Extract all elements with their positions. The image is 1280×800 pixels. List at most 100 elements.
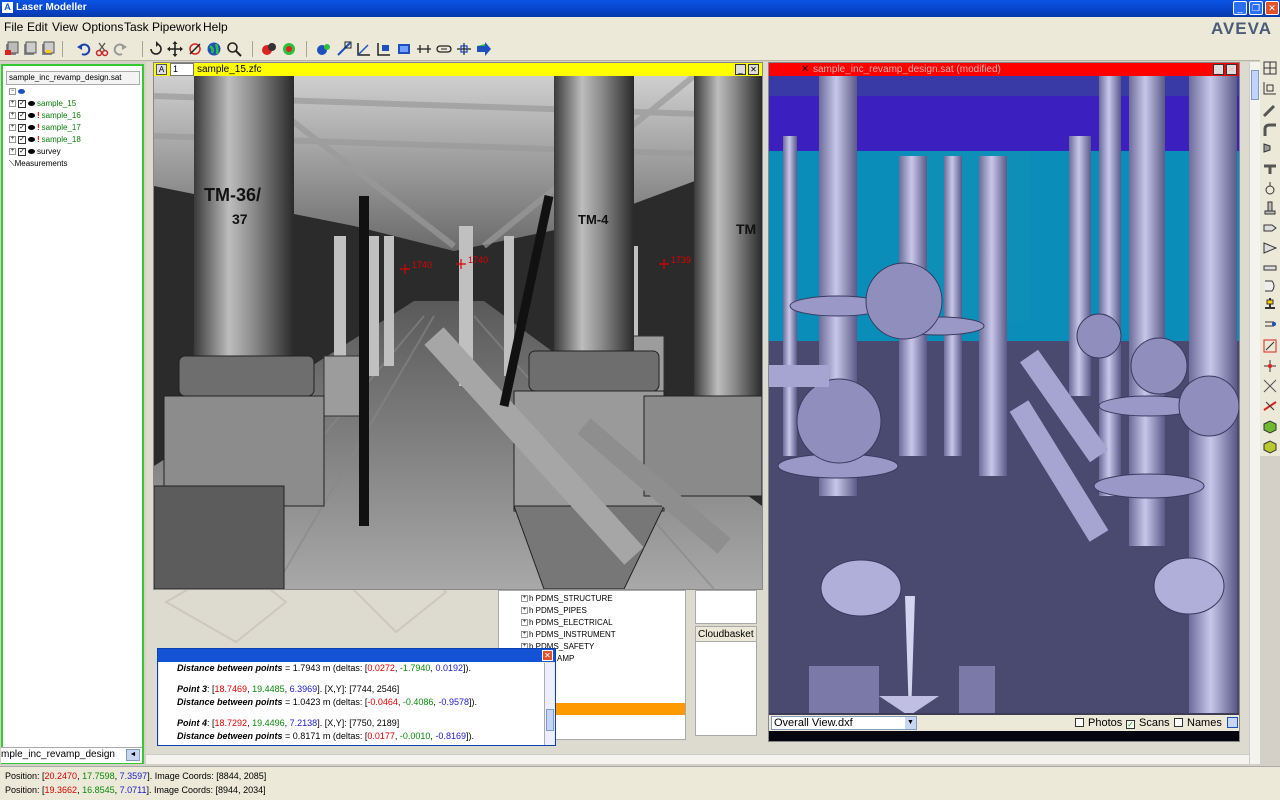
grid-tool-icon[interactable] — [1262, 80, 1278, 96]
tree-item-measurements[interactable]: ⟍Measurements — [9, 158, 68, 170]
expand-icon[interactable]: + — [9, 124, 16, 132]
horizontal-scrollbar[interactable] — [146, 754, 1249, 764]
redo-icon[interactable] — [112, 41, 128, 57]
collapse-icon[interactable]: − — [9, 88, 16, 96]
tree-item-sample-18[interactable]: + ✓! sample_18 — [9, 134, 81, 146]
scan-view-window[interactable]: A 1 sample_15.zfc _ ✕ TM-36/ 37 TM-4 TM … — [153, 62, 763, 590]
photos-checkbox[interactable] — [1075, 718, 1084, 727]
tee-tool-icon[interactable] — [1262, 160, 1278, 176]
menu-options[interactable]: Options — [82, 20, 123, 34]
reducer-tool-icon[interactable] — [1262, 140, 1278, 156]
visibility-icon[interactable] — [18, 89, 25, 95]
globe-icon[interactable] — [206, 41, 222, 57]
cad-model-render[interactable] — [769, 76, 1239, 713]
section-icon[interactable] — [376, 41, 392, 57]
menu-file[interactable]: File — [4, 20, 23, 34]
scroll-left-icon[interactable]: ◄ — [126, 749, 140, 761]
view-file-select[interactable]: Overall View.dxf ▼ — [771, 716, 917, 730]
tree-item-sample-16[interactable]: + ✓! sample_16 — [9, 110, 81, 122]
fly-icon[interactable] — [187, 41, 203, 57]
pdms-item[interactable]: + h PDMS_ELECTRICAL — [521, 617, 613, 629]
expand-icon[interactable]: + — [521, 631, 528, 639]
vertical-scrollbar[interactable] — [1249, 62, 1260, 764]
names-toggle[interactable]: Names — [1174, 717, 1222, 729]
valve-tool-icon[interactable] — [1262, 180, 1278, 196]
zoom-icon[interactable] — [226, 41, 242, 57]
pdms-item[interactable]: + h PDMS_PIPES — [521, 605, 587, 617]
nozzle-tool-icon[interactable] — [1262, 240, 1278, 256]
visibility-checkbox[interactable]: ✓ — [18, 99, 26, 108]
scans-toggle[interactable]: ✓ Scans — [1126, 717, 1170, 729]
measurement-scrollbar[interactable] — [544, 663, 554, 745]
view-menu-icon[interactable]: A — [156, 64, 167, 75]
close-view-button[interactable]: ✕ — [1226, 64, 1237, 75]
menu-help[interactable]: Help — [203, 20, 228, 34]
measurement-log[interactable]: Distance between points = 1.7943 m (delt… — [159, 662, 544, 745]
menu-view[interactable]: View — [52, 20, 78, 34]
box-yellow-icon[interactable] — [1262, 438, 1278, 454]
axis-tool-icon[interactable] — [1262, 378, 1278, 394]
expand-icon[interactable]: + — [9, 148, 16, 156]
visibility-checkbox[interactable]: ✓ — [18, 111, 26, 120]
expand-icon[interactable]: + — [521, 607, 528, 615]
dimension-icon[interactable] — [416, 41, 432, 57]
cut-icon[interactable] — [94, 41, 110, 57]
measure-icon[interactable] — [336, 41, 352, 57]
flange-tool-icon[interactable] — [1262, 200, 1278, 216]
cloud-select-icon[interactable] — [281, 41, 297, 57]
minimize-view-button[interactable]: _ — [1213, 64, 1224, 75]
scrollbar-thumb[interactable] — [1251, 70, 1259, 100]
pdms-item[interactable]: AMP — [557, 653, 574, 665]
expand-icon[interactable]: + — [9, 136, 16, 144]
visibility-checkbox[interactable]: ✓ — [18, 135, 26, 144]
link-icon[interactable] — [436, 41, 452, 57]
align-icon[interactable] — [456, 41, 472, 57]
menu-pipework[interactable]: Pipework — [152, 20, 201, 34]
close-view-button[interactable]: ✕ — [748, 64, 759, 75]
bend-tool-icon[interactable] — [1262, 278, 1278, 294]
tree-item-sample-17[interactable]: + ✓! sample_17 — [9, 122, 81, 134]
close-button[interactable]: ✕ — [1265, 1, 1279, 15]
connect-tool-icon[interactable] — [1262, 338, 1278, 354]
app-icon[interactable]: A — [2, 2, 13, 13]
pdms-item[interactable]: + h PDMS_STRUCTURE — [521, 593, 613, 605]
visibility-checkbox[interactable]: ✓ — [18, 123, 26, 132]
trim-tool-icon[interactable] — [1262, 398, 1278, 414]
options-icon[interactable] — [1227, 717, 1238, 728]
snap-tool-icon[interactable] — [1262, 358, 1278, 374]
support-tool-icon[interactable] — [1262, 296, 1278, 312]
minimize-view-button[interactable]: _ — [735, 64, 746, 75]
fit-object-icon[interactable] — [316, 41, 332, 57]
box-green-icon[interactable] — [1262, 418, 1278, 434]
new-file-icon[interactable] — [4, 41, 20, 57]
close-model-icon[interactable]: ✕ — [801, 63, 809, 76]
box-select-icon[interactable] — [396, 41, 412, 57]
point-cloud-scan-image[interactable]: TM-36/ 37 TM-4 TM 1740 1740 1739 — [154, 76, 762, 589]
model-tool-icon[interactable] — [1262, 60, 1278, 76]
expand-icon[interactable]: + — [9, 100, 16, 108]
photos-toggle[interactable]: Photos — [1075, 717, 1122, 729]
pick-points-icon[interactable] — [261, 41, 277, 57]
selected-layer-highlight[interactable] — [539, 703, 685, 715]
tree-item-survey[interactable]: + ✓ survey — [9, 146, 61, 158]
pipe-tool-icon[interactable] — [1262, 104, 1278, 120]
cloudbasket-tab[interactable]: Cloudbasket — [696, 627, 756, 642]
pdms-item[interactable]: + h PDMS_INSTRUMENT — [521, 629, 616, 641]
view-number-select[interactable]: 1 — [170, 63, 194, 76]
minimize-button[interactable]: _ — [1233, 1, 1247, 15]
left-panel-tab[interactable]: mple_inc_revamp_design ◄ — [1, 747, 142, 763]
beam-tool-icon[interactable] — [1262, 260, 1278, 276]
tree-item-sample-15[interactable]: + ✓ sample_15 — [9, 98, 76, 110]
angle-icon[interactable] — [356, 41, 372, 57]
project-tab[interactable]: sample_inc_revamp_design.sat — [6, 71, 140, 85]
tree-root[interactable]: − — [9, 86, 27, 98]
open-file-icon[interactable] — [22, 41, 38, 57]
next-arrow-icon[interactable] — [476, 41, 492, 57]
restore-button[interactable]: ❐ — [1249, 1, 1263, 15]
expand-icon[interactable]: + — [521, 595, 528, 603]
rotate-icon[interactable] — [148, 41, 164, 57]
menu-edit[interactable]: Edit — [27, 20, 48, 34]
scans-checkbox[interactable]: ✓ — [1126, 720, 1135, 729]
elbow-tool-icon[interactable] — [1262, 122, 1278, 138]
visibility-checkbox[interactable]: ✓ — [18, 147, 26, 156]
